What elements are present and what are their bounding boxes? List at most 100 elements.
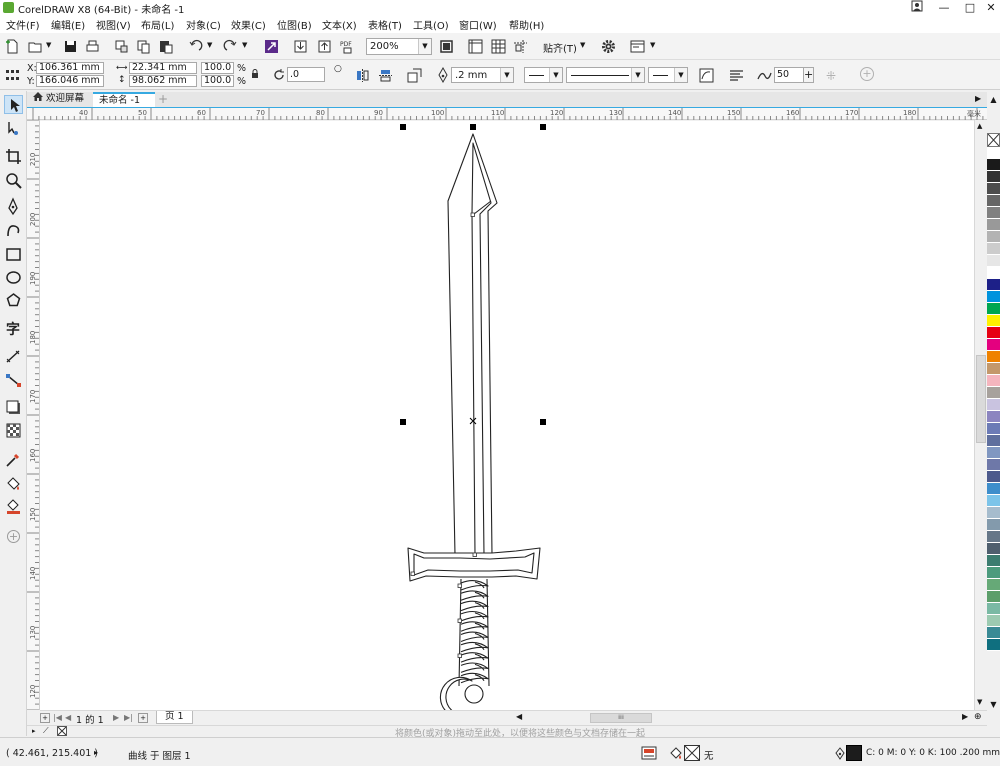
color-swatch[interactable] (987, 519, 1000, 531)
color-swatch[interactable] (987, 267, 1000, 279)
horizontal-ruler[interactable]: 40 50 60 70 80 90 100 110 120 130 140 15… (27, 107, 987, 120)
color-swatch[interactable] (987, 183, 1000, 195)
scroll-down-icon[interactable]: ▼ (977, 698, 982, 706)
chevron-down-icon[interactable]: ▼ (500, 68, 513, 82)
fill-none-swatch[interactable] (684, 745, 700, 761)
outline-width-combo[interactable]: .2 mm ▼ (451, 67, 514, 83)
drawing-canvas[interactable] (40, 121, 974, 710)
copy-icon[interactable] (135, 38, 152, 55)
first-page-icon[interactable]: |◀ (53, 713, 62, 722)
color-swatch[interactable] (987, 471, 1000, 483)
color-proofing-icon[interactable] (641, 746, 657, 760)
save-icon[interactable] (62, 38, 79, 55)
text-align-icon[interactable] (728, 67, 745, 84)
open-folder-icon[interactable] (27, 38, 44, 55)
snap-to-menu[interactable]: 贴齐(T) (543, 40, 577, 55)
new-tab-button[interactable]: + (156, 92, 170, 107)
status-expand-icon[interactable]: ▸ (94, 748, 98, 757)
color-swatch[interactable] (987, 171, 1000, 183)
tab-scroll-right-icon[interactable]: ▶ (975, 94, 981, 103)
redo-dropdown-icon[interactable]: ▼ (242, 42, 249, 49)
vertical-scroll-thumb[interactable] (976, 355, 986, 443)
color-swatch[interactable] (987, 483, 1000, 495)
show-grid-icon[interactable] (490, 38, 507, 55)
show-guidelines-icon[interactable] (512, 38, 529, 55)
tab-document[interactable]: 未命名 -1 (93, 92, 155, 107)
rectangle-tool-icon[interactable] (4, 245, 23, 264)
chevron-down-icon[interactable]: ▼ (549, 68, 562, 82)
end-arrowhead-combo[interactable]: ▼ (648, 67, 688, 83)
palette-menu-icon[interactable]: ▸ (32, 727, 36, 735)
parallel-dimension-icon[interactable] (4, 347, 23, 366)
scroll-right-icon[interactable]: ▶ (962, 712, 968, 721)
wrap-text-icon[interactable] (406, 67, 423, 84)
polygon-tool-icon[interactable] (4, 291, 23, 310)
import-icon[interactable] (292, 38, 309, 55)
menu-text[interactable]: 文本(X) (322, 17, 357, 32)
color-swatch[interactable] (987, 195, 1000, 207)
ellipse-tool-icon[interactable] (4, 268, 23, 287)
menu-layout[interactable]: 布局(L) (141, 17, 174, 32)
color-swatch[interactable] (987, 579, 1000, 591)
color-swatch[interactable] (987, 279, 1000, 291)
pick-tool-icon[interactable] (4, 95, 23, 114)
add-page-after-icon[interactable]: + (138, 713, 148, 723)
scale-height-field[interactable]: 100.0 (201, 75, 234, 87)
next-page-icon[interactable]: ▶ (113, 713, 119, 722)
previous-page-icon[interactable]: ◀ (65, 713, 71, 722)
x-position-field[interactable]: 106.361 mm (36, 62, 104, 74)
no-color-icon[interactable] (57, 726, 67, 736)
color-swatch[interactable] (987, 363, 1000, 375)
scroll-left-icon[interactable]: ◀ (516, 712, 522, 721)
chevron-down-icon[interactable]: ▼ (631, 68, 644, 82)
eyedropper-icon[interactable] (4, 450, 23, 469)
cut-icon[interactable] (113, 38, 130, 55)
palette-scroll-down-icon[interactable]: ▼ (987, 700, 1000, 710)
color-swatch[interactable] (987, 387, 1000, 399)
color-swatch[interactable] (987, 351, 1000, 363)
undo-dropdown-icon[interactable]: ▼ (207, 42, 214, 49)
height-field[interactable]: 98.062 mm (129, 75, 197, 87)
color-swatch[interactable] (987, 291, 1000, 303)
crop-tool-icon[interactable] (4, 147, 23, 166)
color-swatch[interactable] (987, 555, 1000, 567)
menu-table[interactable]: 表格(T) (368, 17, 402, 32)
scroll-up-icon[interactable]: ▲ (977, 122, 982, 130)
launcher-dropdown-icon[interactable]: ▼ (650, 42, 657, 49)
paste-icon[interactable] (157, 38, 174, 55)
shape-tool-icon[interactable] (4, 119, 23, 138)
scale-width-field[interactable]: 100.0 (201, 62, 234, 74)
mirror-horizontal-icon[interactable] (354, 67, 371, 84)
color-swatch[interactable] (987, 159, 1000, 171)
chevron-down-icon[interactable]: ▼ (418, 39, 431, 54)
color-swatch[interactable] (987, 567, 1000, 579)
vertical-ruler[interactable]: 210 200 190 180 170 160 150 140 130 120 (27, 120, 40, 710)
color-swatch[interactable] (987, 459, 1000, 471)
zoom-level-combo[interactable]: 200% ▼ (366, 38, 432, 55)
y-position-field[interactable]: 166.046 mm (36, 75, 104, 87)
color-swatch[interactable] (987, 327, 1000, 339)
chevron-down-icon[interactable]: ▼ (674, 68, 687, 82)
color-swatch[interactable] (987, 303, 1000, 315)
color-swatch[interactable] (987, 147, 1000, 159)
text-tool-icon[interactable]: 字 (4, 319, 23, 338)
minimize-button[interactable]: — (930, 0, 958, 16)
color-swatch[interactable] (987, 639, 1000, 651)
vertical-scrollbar[interactable]: ▲ ▼ (974, 120, 987, 710)
print-icon[interactable] (84, 38, 101, 55)
close-button[interactable]: ✕ (977, 0, 1000, 16)
add-page-before-icon[interactable]: + (40, 713, 50, 723)
chevron-down-icon[interactable]: ▼ (46, 42, 53, 49)
nodes-icon[interactable]: ⁜ (826, 69, 840, 83)
start-arrowhead-combo[interactable]: ▼ (524, 67, 563, 83)
rotation-field[interactable]: .0 (287, 67, 325, 82)
outline-color-swatch[interactable] (846, 745, 862, 761)
menu-help[interactable]: 帮助(H) (509, 17, 544, 32)
new-document-icon[interactable] (4, 38, 21, 55)
palette-scroll-up-icon[interactable]: ▲ (987, 95, 1000, 111)
color-swatch[interactable] (987, 255, 1000, 267)
menu-window[interactable]: 窗口(W) (459, 17, 497, 32)
no-color-swatch[interactable] (987, 133, 1000, 147)
color-swatch[interactable] (987, 591, 1000, 603)
color-swatch[interactable] (987, 603, 1000, 615)
